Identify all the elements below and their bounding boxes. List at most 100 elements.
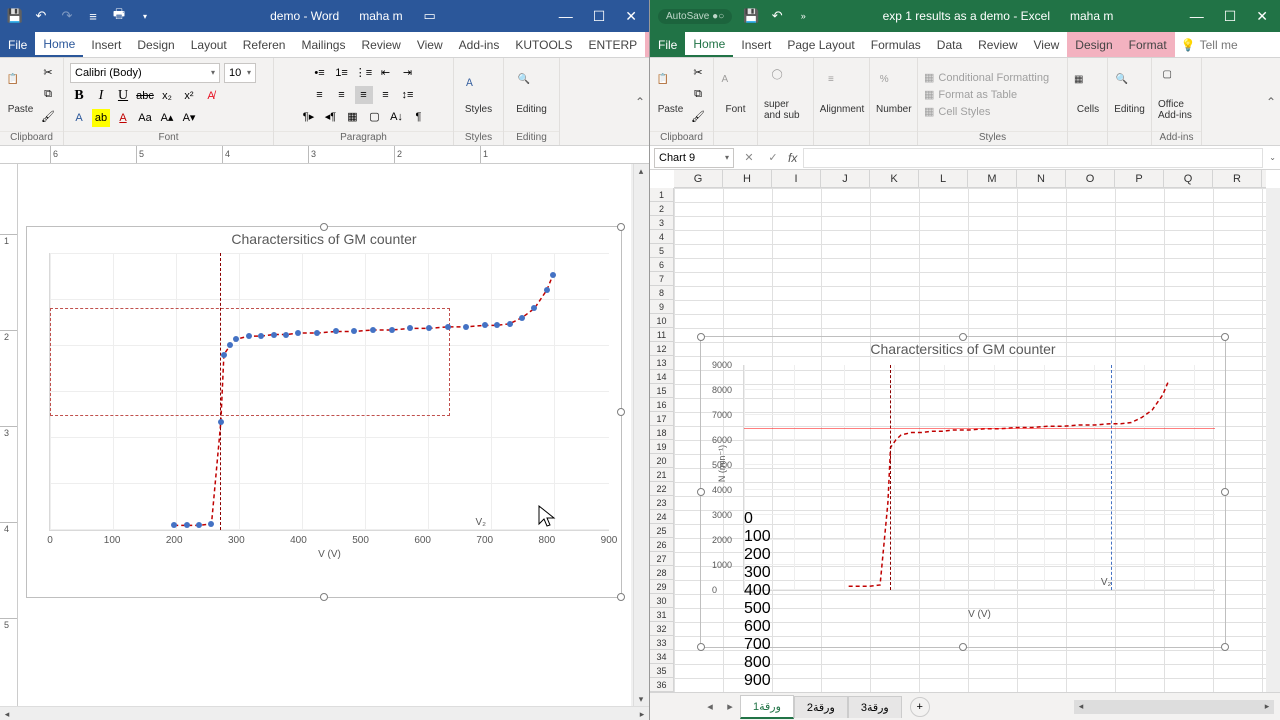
- tab-formulas[interactable]: Formulas: [863, 32, 929, 57]
- maximize-button[interactable]: ☐: [589, 8, 610, 25]
- show-marks-icon[interactable]: ¶: [410, 108, 428, 126]
- tab-kutools[interactable]: KUTOOLS: [507, 32, 580, 57]
- horizontal-scrollbar[interactable]: ◂▸: [1074, 700, 1274, 714]
- data-point[interactable]: [246, 333, 252, 339]
- save-icon[interactable]: 💾: [744, 9, 758, 23]
- column-headers[interactable]: GHIJKLMNOPQR: [674, 170, 1266, 188]
- font-color-icon[interactable]: A: [114, 109, 132, 127]
- italic-button[interactable]: I: [92, 87, 110, 105]
- borders-icon[interactable]: ▢: [366, 108, 384, 126]
- copy-icon[interactable]: ⧉: [39, 86, 57, 104]
- vertical-scrollbar[interactable]: [1266, 188, 1280, 692]
- fx-icon[interactable]: fx: [788, 151, 797, 165]
- resize-handle-sw[interactable]: [697, 643, 705, 651]
- sheet-tab-1[interactable]: ورقة1: [740, 695, 794, 719]
- highlight-icon[interactable]: ab: [92, 109, 110, 127]
- data-point[interactable]: [233, 336, 239, 342]
- cells-button[interactable]: ▦Cells: [1074, 74, 1102, 115]
- data-point[interactable]: [370, 327, 376, 333]
- tab-home[interactable]: Home: [35, 32, 83, 57]
- tab-addins[interactable]: Add-ins: [451, 32, 508, 57]
- decrease-indent-icon[interactable]: ⇤: [377, 64, 395, 82]
- row-headers[interactable]: 1234567891011121314151617181920212223242…: [650, 188, 674, 692]
- tab-data[interactable]: Data: [929, 32, 970, 57]
- tab-chart-design[interactable]: Design: [1067, 32, 1120, 57]
- horizontal-ruler[interactable]: 654321: [0, 146, 649, 164]
- data-point[interactable]: [507, 321, 513, 327]
- copy-icon[interactable]: ⧉: [689, 86, 707, 104]
- tab-file[interactable]: File: [0, 32, 35, 57]
- data-point[interactable]: [271, 332, 277, 338]
- vertical-scrollbar[interactable]: ▴▾: [633, 164, 649, 706]
- subscript-button[interactable]: x₂: [158, 87, 176, 105]
- data-point[interactable]: [314, 330, 320, 336]
- bold-button[interactable]: B: [70, 87, 88, 105]
- clear-format-icon[interactable]: A̸: [202, 87, 220, 105]
- grow-font-icon[interactable]: A▴: [158, 109, 176, 127]
- undo-icon[interactable]: ↶: [770, 9, 784, 23]
- cell-grid[interactable]: Charactersitics of GM counter V₂ V (V) N…: [674, 188, 1266, 692]
- tab-chart-format[interactable]: Format: [1121, 32, 1175, 57]
- tab-view[interactable]: View: [1026, 32, 1068, 57]
- data-point[interactable]: [221, 352, 227, 358]
- data-point[interactable]: [482, 322, 488, 328]
- list-icon[interactable]: ≡: [86, 9, 100, 23]
- name-box[interactable]: Chart 9▾: [654, 148, 734, 168]
- qat-more-icon[interactable]: ▾: [138, 9, 152, 23]
- excel-embedded-chart[interactable]: Charactersitics of GM counter V₂ V (V) N…: [700, 336, 1226, 648]
- data-point[interactable]: [218, 419, 224, 425]
- data-point[interactable]: [295, 330, 301, 336]
- data-point[interactable]: [283, 332, 289, 338]
- word-page[interactable]: Charactersitics of GM counter V₂ V (V) 0…: [18, 164, 631, 706]
- tab-enterprise[interactable]: ENTERP: [580, 32, 645, 57]
- shading-icon[interactable]: ▦: [344, 108, 362, 126]
- shrink-font-icon[interactable]: A▾: [180, 109, 198, 127]
- styles-button[interactable]: ＡStyles: [460, 74, 497, 115]
- tab-page-layout[interactable]: Page Layout: [779, 32, 862, 57]
- editing-button[interactable]: 🔍Editing: [1114, 74, 1145, 115]
- editing-button[interactable]: 🔍Editing: [510, 74, 553, 115]
- redo-icon[interactable]: ↷: [60, 9, 74, 23]
- collapse-ribbon-icon[interactable]: ⌃: [635, 95, 645, 109]
- text-effects-icon[interactable]: A: [70, 109, 88, 127]
- word-embedded-chart[interactable]: Charactersitics of GM counter V₂ V (V) 0…: [26, 226, 622, 598]
- tab-references[interactable]: Referen: [235, 32, 294, 57]
- print-icon[interactable]: 🖶: [112, 9, 126, 23]
- data-point[interactable]: [351, 328, 357, 334]
- tab-mailings[interactable]: Mailings: [293, 32, 353, 57]
- paste-button[interactable]: 📋Paste: [656, 74, 685, 115]
- align-right-icon[interactable]: ≡: [355, 86, 373, 104]
- tell-me-search[interactable]: 💡Tell me: [1175, 32, 1244, 57]
- bullet-list-icon[interactable]: •≡: [311, 64, 329, 82]
- data-point[interactable]: [184, 522, 190, 528]
- superscript-button[interactable]: x²: [180, 87, 198, 105]
- change-case-icon[interactable]: Aa: [136, 109, 154, 127]
- data-point[interactable]: [519, 315, 525, 321]
- data-point[interactable]: [333, 328, 339, 334]
- resize-handle-se[interactable]: [1221, 643, 1229, 651]
- align-center-icon[interactable]: ≡: [333, 86, 351, 104]
- resize-handle-e[interactable]: [617, 408, 625, 416]
- sort-icon[interactable]: A↓: [388, 108, 406, 126]
- excel-sheet[interactable]: GHIJKLMNOPQR 123456789101112131415161718…: [650, 170, 1280, 720]
- save-icon[interactable]: 💾: [8, 9, 22, 23]
- minimize-button[interactable]: —: [555, 8, 577, 24]
- format-painter-icon[interactable]: 🖌: [39, 108, 57, 126]
- tab-file[interactable]: File: [650, 32, 685, 57]
- chart-plot-area[interactable]: V₂ V (V) 0100200300400500600700800900: [49, 253, 609, 531]
- data-point[interactable]: [494, 322, 500, 328]
- expand-formula-bar-icon[interactable]: ⌄: [1269, 153, 1276, 162]
- data-point[interactable]: [426, 325, 432, 331]
- data-point[interactable]: [196, 522, 202, 528]
- data-point[interactable]: [407, 325, 413, 331]
- data-point[interactable]: [171, 522, 177, 528]
- font-name-select[interactable]: Calibri (Body)▾: [70, 63, 220, 83]
- number-list-icon[interactable]: 1≡: [333, 64, 351, 82]
- qat-more-icon[interactable]: »: [796, 9, 810, 23]
- paste-button[interactable]: 📋Paste: [6, 74, 35, 115]
- close-button[interactable]: ✕: [621, 8, 641, 25]
- resize-handle-ne[interactable]: [617, 223, 625, 231]
- data-point[interactable]: [531, 305, 537, 311]
- tab-review[interactable]: Review: [353, 32, 408, 57]
- font-size-select[interactable]: 10▾: [224, 63, 256, 83]
